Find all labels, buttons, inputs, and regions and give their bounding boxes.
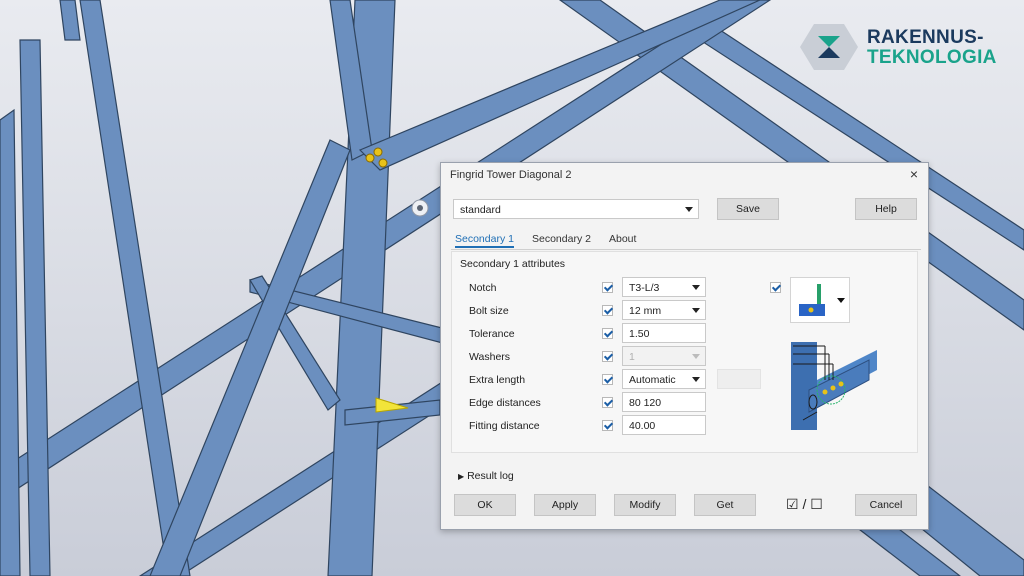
toggle-all-checkboxes[interactable]: ☑ / ☐ [786, 496, 823, 513]
fitting-distance-checkbox[interactable] [602, 420, 613, 431]
dialog-title: Fingrid Tower Diagonal 2 [450, 169, 572, 181]
tolerance-label: Tolerance [469, 328, 515, 340]
close-icon[interactable]: × [906, 166, 922, 182]
notch-label: Notch [469, 282, 497, 294]
save-button[interactable]: Save [717, 198, 779, 220]
notch-image-select[interactable] [790, 277, 850, 323]
extra-length-label: Extra length [469, 374, 526, 386]
tab-about[interactable]: About [609, 233, 636, 245]
edge-distances-label: Edge distances [469, 397, 541, 409]
fitting-distance-label: Fitting distance [469, 420, 540, 432]
washers-checkbox[interactable] [602, 351, 613, 362]
hexagon-logo-icon [800, 24, 858, 70]
notch-type-icon [799, 284, 845, 316]
tab-bar: Secondary 1 Secondary 2 About [451, 233, 921, 250]
tab-secondary-2[interactable]: Secondary 2 [532, 233, 591, 245]
washers-value: 1 [629, 351, 635, 363]
bolt-size-select[interactable]: 12 mm [622, 300, 706, 320]
washers-select: 1 [622, 346, 706, 366]
notch-select[interactable]: T3-L/3 [622, 277, 706, 297]
tolerance-checkbox[interactable] [602, 328, 613, 339]
attributes-panel: Secondary 1 attributes Notch T3-L/3 Bolt… [451, 251, 918, 453]
bolt-size-value: 12 mm [629, 305, 662, 317]
logo-line-1: RAKENNUS- [867, 27, 984, 48]
help-button[interactable]: Help [855, 198, 917, 220]
tab-secondary-1[interactable]: Secondary 1 [455, 233, 514, 248]
chevron-down-icon [692, 285, 700, 290]
ok-button[interactable]: OK [454, 494, 516, 516]
section-title: Secondary 1 attributes [460, 258, 566, 270]
component-dialog: Fingrid Tower Diagonal 2 × standard Save… [440, 162, 929, 530]
notch-image-checkbox[interactable] [770, 282, 781, 293]
preset-select[interactable]: standard [453, 199, 699, 219]
preset-value: standard [460, 204, 501, 216]
edge-distances-value: 80 120 [629, 397, 662, 409]
result-log-label: Result log [467, 470, 514, 482]
logo-line-2: TEKNOLOGIA [867, 47, 997, 68]
chevron-down-icon [685, 207, 693, 212]
notch-value: T3-L/3 [629, 282, 660, 294]
rakennusteknologia-logo: RAKENNUS- TEKNOLOGIA [800, 22, 1000, 72]
fitting-distance-value: 40.00 [629, 420, 656, 432]
bolt-size-checkbox[interactable] [602, 305, 613, 316]
notch-checkbox[interactable] [602, 282, 613, 293]
tolerance-input[interactable]: 1.50 [622, 323, 706, 343]
washers-label: Washers [469, 351, 511, 363]
fitting-distance-input[interactable]: 40.00 [622, 415, 706, 435]
extra-length-select[interactable]: Automatic [622, 369, 706, 389]
result-log-expander[interactable]: ▶ Result log [458, 470, 514, 482]
triangle-right-icon: ▶ [458, 472, 465, 481]
apply-button[interactable]: Apply [534, 494, 596, 516]
dialog-titlebar[interactable]: Fingrid Tower Diagonal 2 × [441, 163, 928, 187]
edge-distances-checkbox[interactable] [602, 397, 613, 408]
get-button[interactable]: Get [694, 494, 756, 516]
extra-length-input-disabled [717, 369, 761, 389]
chevron-down-icon [692, 308, 700, 313]
chevron-down-icon [692, 354, 700, 359]
chevron-down-icon [692, 377, 700, 382]
bolt-layout-diagram [791, 342, 877, 430]
modify-button[interactable]: Modify [614, 494, 676, 516]
tolerance-value: 1.50 [629, 328, 650, 340]
extra-length-checkbox[interactable] [602, 374, 613, 385]
cancel-button[interactable]: Cancel [855, 494, 917, 516]
bolt-size-label: Bolt size [469, 305, 509, 317]
edge-distances-input[interactable]: 80 120 [622, 392, 706, 412]
extra-length-value: Automatic [629, 374, 676, 386]
